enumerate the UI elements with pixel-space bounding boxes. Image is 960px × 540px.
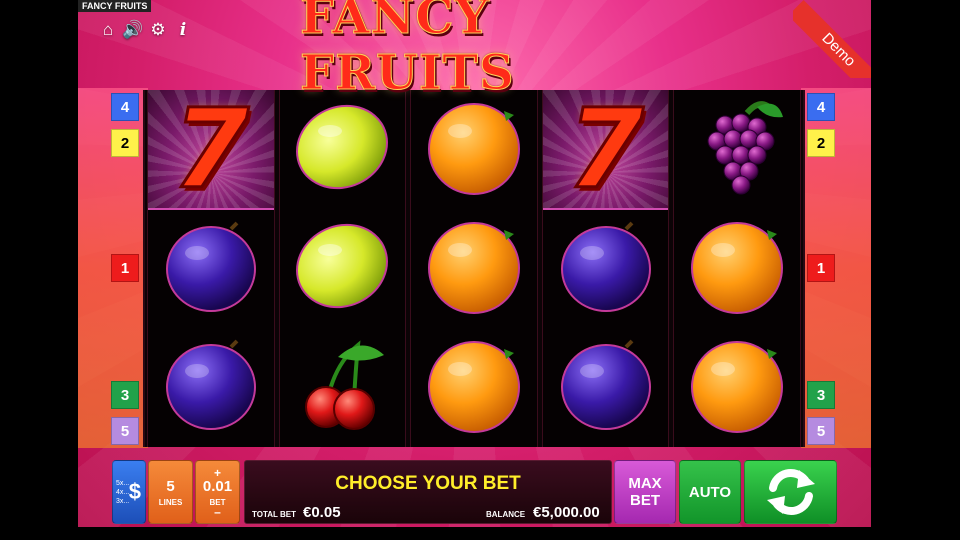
payline-marker-right-5: 5 [807,417,835,445]
dollar-icon: $ [128,479,141,504]
status-message: CHOOSE YOUR BET [335,473,521,494]
paytable-button[interactable]: 5x... 4x... 3x... $ [112,460,146,524]
lines-label: LINES [158,497,183,507]
lines-button[interactable]: 5 LINES [148,460,193,524]
top-icon-bar: ⌂ 🔊 ⚙ i [99,20,192,40]
grapes-symbol [687,97,787,202]
orange-symbol [424,335,524,440]
reel-cell [280,328,406,447]
payline-marker-left-2: 2 [111,129,139,157]
max-bet-label-1: MAX [628,475,662,492]
reel-cell [280,209,406,328]
seven-symbol: 7 [171,85,251,214]
max-bet-label-2: BET [630,492,660,509]
reel-cell [543,329,669,447]
reel-cell [280,90,406,209]
payline-marker-right-2: 2 [807,129,835,157]
payline-marker-left-1: 1 [111,254,139,282]
spin-icon [766,469,815,515]
info-display: CHOOSE YOUR BET TOTAL BET €0.05 BALANCE … [244,460,612,524]
reel-cell [543,210,669,328]
lemon-symbol [292,216,392,321]
payline-marker-left-5: 5 [111,417,139,445]
plum-symbol [556,217,656,322]
lemon-symbol [292,97,392,202]
max-bet-button[interactable]: MAX BET [614,460,676,524]
bet-minus-icon[interactable]: – [214,506,221,518]
control-bar: 5x... 4x... 3x... $ 5 LINES + 0.01 BET –… [108,456,838,526]
demo-ribbon-wrap: Demo [793,0,871,78]
plum-symbol [556,335,656,440]
orange-symbol [687,216,787,321]
gear-icon[interactable]: ⚙ [149,20,167,40]
spin-button[interactable] [744,460,837,524]
payline-marker-right-4: 4 [807,93,835,121]
bet-button[interactable]: + 0.01 BET – [195,460,240,524]
total-bet-value: €0.05 [303,504,341,521]
plum-symbol [161,335,261,440]
reel-cell [674,209,800,328]
reel-grid: 77 [143,90,805,447]
paytable-line: 4x... [116,489,130,496]
auto-label: AUTO [688,483,732,501]
auto-button[interactable]: AUTO [679,460,741,524]
seven-symbol: 7 [566,85,646,214]
orange-symbol [424,216,524,321]
paytable-line: 3x... [116,498,130,505]
balance-label: BALANCE [486,510,526,519]
payline-marker-left-3: 3 [111,381,139,409]
home-icon[interactable]: ⌂ [99,20,117,40]
plum-symbol [161,217,261,322]
orange-symbol [424,97,524,202]
reel-cell [674,90,800,209]
window-title: FANCY FRUITS [78,0,152,12]
paytable-lines: 5x... 4x... 3x... [116,479,129,506]
reel-1: 7 [147,90,275,447]
total-bet-label: TOTAL BET [252,510,296,519]
cherry-symbol [292,335,392,440]
reel-cell: 7 [148,85,274,214]
payline-marker-left-4: 4 [111,93,139,121]
paytable-line: 5x... [116,480,130,487]
reel-cell [674,328,800,447]
payline-marker-right-1: 1 [807,254,835,282]
reel-4: 7 [541,85,670,447]
reel-cell [411,209,537,328]
lines-value: 5 [166,477,175,495]
bet-plus-icon[interactable]: + [214,467,221,479]
reel-5 [673,90,801,447]
orange-symbol [687,335,787,440]
reel-cell [411,90,537,209]
payline-marker-right-3: 3 [807,381,835,409]
reel-2 [278,90,407,447]
reel-cell [411,328,537,447]
info-icon[interactable]: i [174,20,192,40]
reel-cell [148,329,274,447]
balance-value: €5,000.00 [533,504,600,521]
game-logo: FANCY FRUITS [300,0,515,101]
reel-cell [148,210,274,328]
demo-ribbon: Demo [793,0,871,78]
reel-3 [410,90,538,447]
reel-cell: 7 [542,85,669,214]
bet-value: 0.01 [202,477,233,495]
speaker-icon[interactable]: 🔊 [122,20,143,40]
